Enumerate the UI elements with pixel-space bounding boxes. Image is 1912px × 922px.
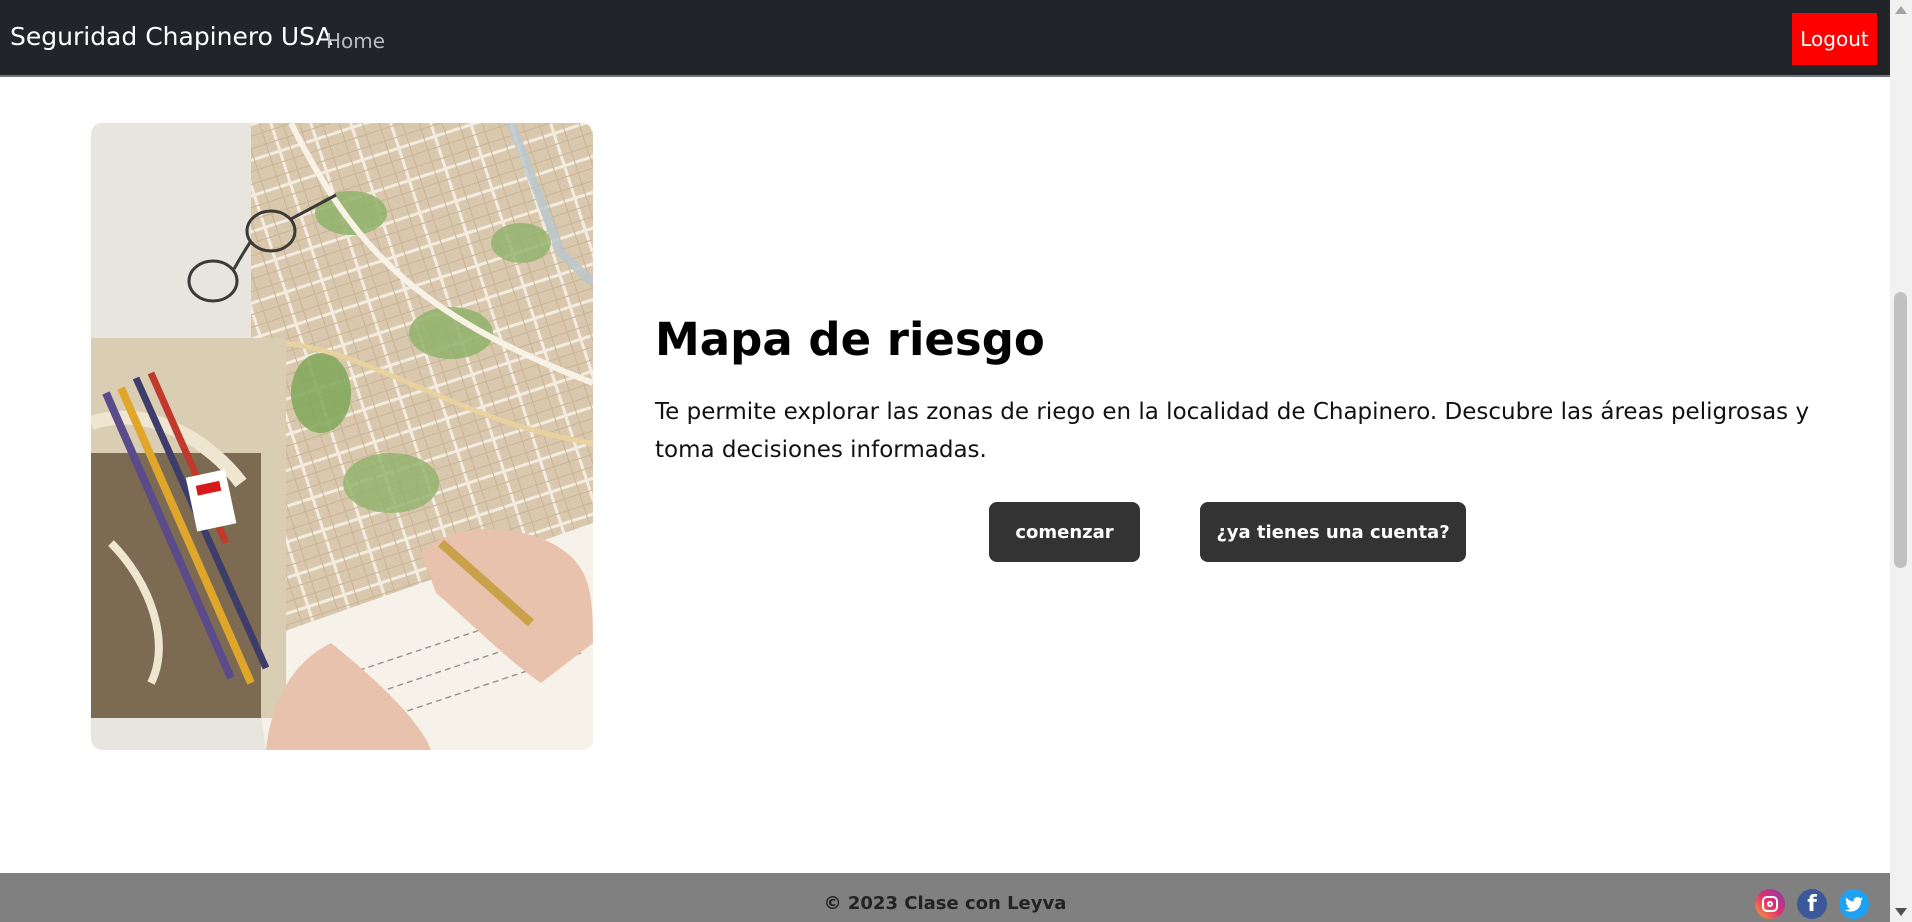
logout-button[interactable]: Logout — [1792, 13, 1877, 65]
nav-home-link[interactable]: Home — [326, 29, 385, 53]
hero-title: Mapa de riesgo — [655, 313, 1045, 366]
footer: © 2023 Clase con Leyva f — [0, 873, 1890, 922]
facebook-icon[interactable]: f — [1797, 889, 1827, 919]
instagram-icon[interactable] — [1755, 889, 1785, 919]
navbar: Seguridad Chapinero USA Home Logout — [0, 0, 1890, 77]
existing-account-button[interactable]: ¿ya tienes una cuenta? — [1200, 502, 1466, 562]
scroll-up-arrow-icon[interactable] — [1895, 6, 1907, 14]
scroll-thumb[interactable] — [1894, 292, 1907, 568]
hero-map-image — [91, 123, 593, 750]
hero-description: Te permite explorar las zonas de riego e… — [655, 399, 1810, 463]
start-button[interactable]: comenzar — [989, 502, 1140, 562]
brand-link[interactable]: Seguridad Chapinero USA — [10, 22, 333, 51]
page: Seguridad Chapinero USA Home Logout Mapa… — [0, 0, 1912, 922]
twitter-icon[interactable] — [1839, 889, 1869, 919]
page-scrollbar[interactable] — [1890, 0, 1912, 922]
footer-copyright: © 2023 Clase con Leyva — [823, 893, 1067, 914]
scroll-down-arrow-icon[interactable] — [1895, 908, 1907, 916]
